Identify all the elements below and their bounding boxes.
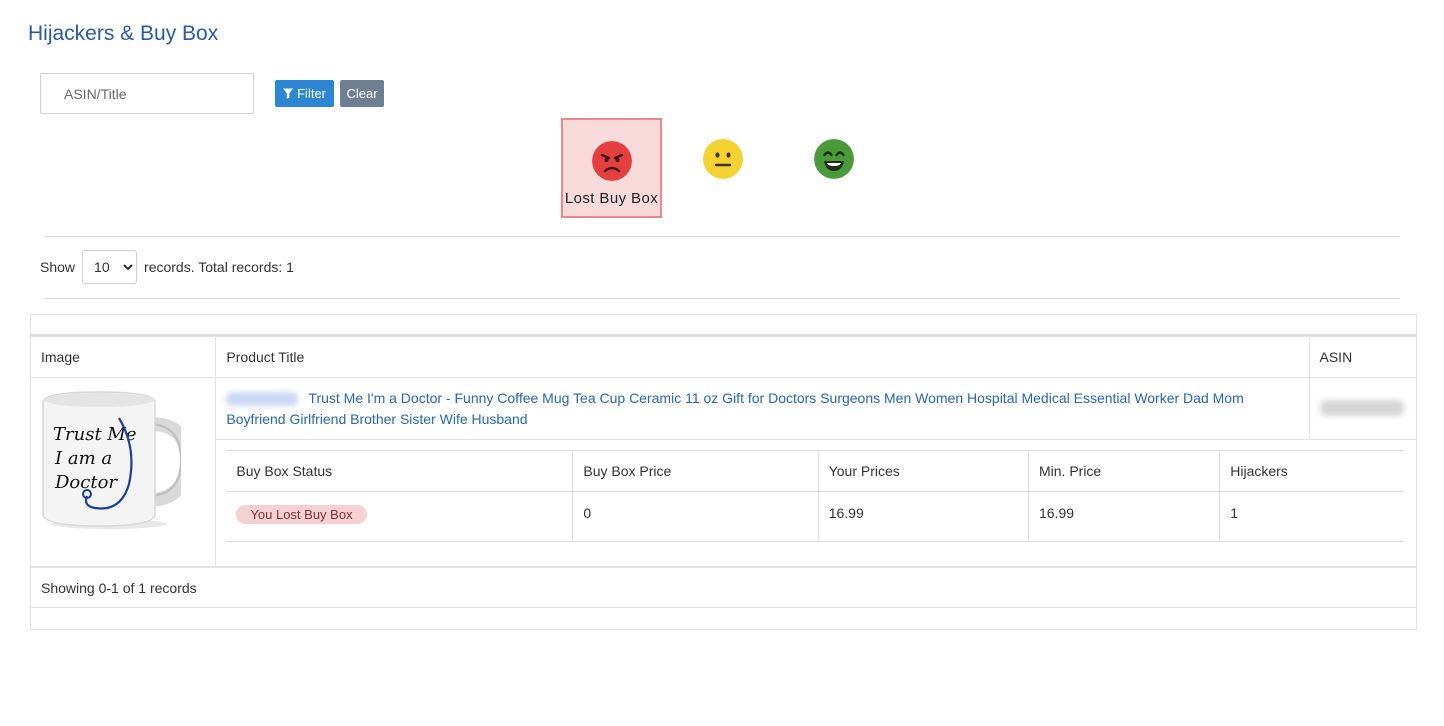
column-header-buy-box-price: Buy Box Price (572, 450, 819, 492)
product-image-cell: Trust Me I am a Doctor (31, 377, 217, 567)
column-header-min-price: Min. Price (1027, 450, 1221, 492)
column-header-image[interactable]: Image (31, 336, 217, 378)
buy-box-status-cell: You Lost Buy Box (226, 491, 574, 542)
status-filter-happy[interactable] (783, 118, 884, 218)
mug-text: I am a (54, 448, 112, 469)
show-label: Show (40, 259, 76, 275)
column-header-asin[interactable]: ASIN (1308, 336, 1416, 378)
table-row: Trust Me I am a Doctor Trust Me I'm a Do… (31, 377, 1416, 567)
products-grid: Image Product Title ASIN Trust Me I am a (30, 314, 1417, 630)
clear-button[interactable]: Clear (340, 80, 384, 107)
buy-box-detail-cell: Buy Box Status Buy Box Price Your Prices… (215, 439, 1416, 567)
page-size-select[interactable]: 10 25 50 100 (82, 250, 138, 284)
redacted-asin (226, 392, 299, 407)
status-filter-lost-buy-box[interactable]: Lost Buy Box (561, 118, 662, 218)
filter-button[interactable]: Filter (275, 80, 334, 107)
records-summary: Showing 0-1 of 1 records (31, 567, 1416, 608)
column-header-hijackers: Hijackers (1219, 450, 1404, 492)
hijackers-cell: 1 (1219, 491, 1404, 542)
redacted-asin (1319, 400, 1404, 416)
page-size-row: Show 10 25 50 100 records. Total records… (40, 250, 294, 284)
buy-box-price-cell: 0 (572, 491, 819, 542)
funnel-icon (283, 88, 294, 99)
status-filter-label: Lost Buy Box (564, 190, 659, 207)
grid-toolbar (31, 315, 1416, 336)
column-header-your-prices: Your Prices (817, 450, 1029, 492)
filter-button-label: Filter (297, 86, 326, 101)
search-input[interactable] (40, 73, 254, 114)
buy-box-table: Buy Box Status Buy Box Price Your Prices… (226, 450, 1404, 542)
divider (45, 236, 1400, 237)
angry-face-icon (591, 141, 632, 181)
neutral-face-icon (702, 139, 743, 179)
records-label: records. Total records: 1 (144, 259, 294, 275)
min-price-cell: 16.99 (1027, 491, 1221, 542)
status-filter-neutral[interactable] (672, 118, 773, 218)
status-badge: You Lost Buy Box (236, 505, 367, 524)
product-title-cell: Trust Me I'm a Doctor - Funny Coffee Mug… (215, 377, 1310, 440)
table-row-detail: Buy Box Status Buy Box Price Your Prices… (31, 439, 1416, 567)
table-row: You Lost Buy Box 0 16.99 16.99 1 (226, 491, 1404, 542)
products-table: Image Product Title ASIN Trust Me I am a (31, 336, 1416, 567)
product-image[interactable]: Trust Me I am a Doctor (41, 388, 195, 530)
page-title: Hijackers & Buy Box (28, 22, 219, 45)
divider (45, 298, 1400, 299)
happy-face-icon (813, 139, 854, 179)
column-header-buy-box-status: Buy Box Status (226, 450, 574, 492)
your-prices-cell: 16.99 (817, 491, 1029, 542)
column-header-title[interactable]: Product Title (215, 336, 1310, 378)
asin-cell (1308, 377, 1416, 440)
product-title-link[interactable]: Trust Me I'm a Doctor - Funny Coffee Mug… (226, 390, 1243, 427)
